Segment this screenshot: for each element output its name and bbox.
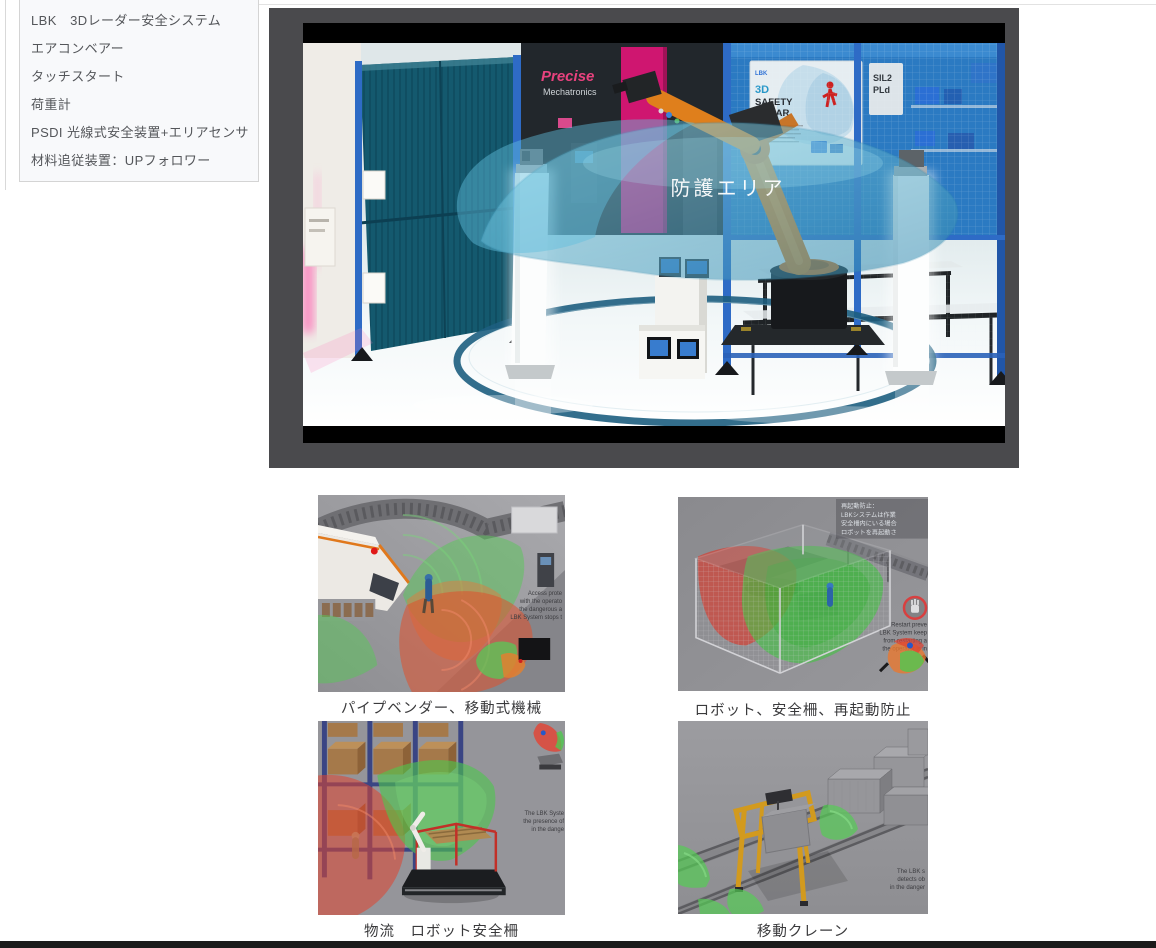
svg-text:ロボットを再起動さ: ロボットを再起動さ [841, 529, 897, 537]
sidebar-item-touch-start[interactable]: タッチスタート [31, 63, 258, 91]
worker-figure [827, 583, 834, 604]
caption-pipe-bender: パイプベンダー、移動式機械 [318, 697, 565, 718]
svg-text:LBK System keep: LBK System keep [879, 631, 927, 637]
page-bottom-bar [0, 941, 1156, 948]
robot-cage-scene: 再起動防止： LBKシステムは作業 安全柵内にいる場合 ロボットを再起動さ Re… [678, 497, 928, 691]
logistics-scene: The LBK Syste the presence of in the dan… [318, 721, 565, 915]
sidebar-link-touch-start[interactable]: タッチスタート [31, 69, 125, 84]
thumbnail-robot-cage[interactable]: 再起動防止： LBKシステムは作業 安全柵内にいる場合 ロボットを再起動さ Re… [678, 497, 928, 691]
sidebar-item-psdi-sensor[interactable]: PSDI 光線式安全装置+エリアセンサ [31, 119, 258, 147]
svg-text:detects ob: detects ob [897, 877, 925, 883]
caption-mobile-crane: 移動クレーン [678, 920, 928, 941]
sidebar-link-load-meter[interactable]: 荷重計 [31, 97, 71, 112]
protection-zone-label: 防護エリア [671, 177, 786, 200]
sidebar-item-lbk-3d-radar[interactable]: LBK 3Dレーダー安全システム [31, 7, 258, 35]
thumbnail-mobile-crane[interactable]: The LBK s detects ob in the danger [678, 721, 928, 914]
video-player-shell: Precise Mechatronics [269, 8, 1019, 468]
crane-scene: The LBK s detects ob in the danger [678, 721, 928, 914]
svg-text:The LBK Syste: The LBK Syste [525, 811, 565, 817]
content-top-rule [259, 4, 1156, 5]
sidebar-item-up-follower[interactable]: 材料追従装置：UPフォロワー [31, 147, 258, 175]
svg-text:LBKシステムは作業: LBKシステムは作業 [841, 511, 896, 519]
svg-text:in the dange: in the dange [531, 827, 564, 833]
jp-note: 再起動防止： LBKシステムは作業 安全柵内にいる場合 ロボットを再起動さ [836, 499, 928, 539]
svg-text:The LBK s: The LBK s [897, 869, 925, 875]
restart-prevention-icon [904, 597, 926, 619]
wall-sign-mechatronics: Mechatronics [543, 87, 597, 97]
svg-text:LBK System stops t: LBK System stops t [510, 615, 562, 621]
sidebar-link-up-follower[interactable]: 材料追従装置：UPフォロワー [31, 153, 211, 168]
left-wall [303, 43, 361, 358]
svg-text:再起動防止：: 再起動防止： [841, 502, 878, 510]
page-left-rule [5, 0, 6, 190]
svg-text:Restart preve: Restart preve [891, 623, 928, 629]
svg-text:the dangerous a: the dangerous a [519, 607, 562, 613]
caption-logistics: 物流 ロボット安全柵 [318, 920, 565, 941]
sidebar-link-air-conveyor[interactable]: エアコンベアー [31, 41, 124, 56]
svg-text:Access prote: Access prote [528, 591, 563, 597]
sidebar-menu: LBK 3Dレーダー安全システム エアコンベアー タッチスタート 荷重計 PSD… [19, 0, 259, 182]
svg-text:with the operato: with the operato [519, 599, 563, 605]
caption-robot-cage: ロボット、安全柵、再起動防止 [678, 699, 928, 720]
pipe-bender-scene: Access prote with the operato the danger… [318, 495, 565, 692]
svg-text:the presence of: the presence of [523, 819, 564, 825]
sidebar-item-load-meter[interactable]: 荷重計 [31, 91, 258, 119]
svg-text:in the danger: in the danger [890, 885, 925, 891]
video-player[interactable]: Precise Mechatronics [303, 23, 1005, 443]
wall-sign-precise: Precise [541, 68, 594, 85]
thumbnail-logistics[interactable]: The LBK Syste the presence of in the dan… [318, 721, 565, 915]
sidebar-item-air-conveyor[interactable]: エアコンベアー [31, 35, 258, 63]
thumbnail-pipe-bender[interactable]: Access prote with the operato the danger… [318, 495, 565, 692]
sidebar-link-psdi-sensor[interactable]: PSDI 光線式安全装置+エリアセンサ [31, 125, 249, 140]
sidebar-link-lbk-3d-radar[interactable]: LBK 3Dレーダー安全システム [31, 13, 221, 28]
sidebar-menu-list: LBK 3Dレーダー安全システム エアコンベアー タッチスタート 荷重計 PSD… [20, 0, 258, 175]
video-scene: Precise Mechatronics [303, 23, 1005, 443]
svg-text:安全柵内にいる場合: 安全柵内にいる場合 [841, 520, 897, 528]
photo-scene: Precise Mechatronics [303, 43, 1005, 426]
